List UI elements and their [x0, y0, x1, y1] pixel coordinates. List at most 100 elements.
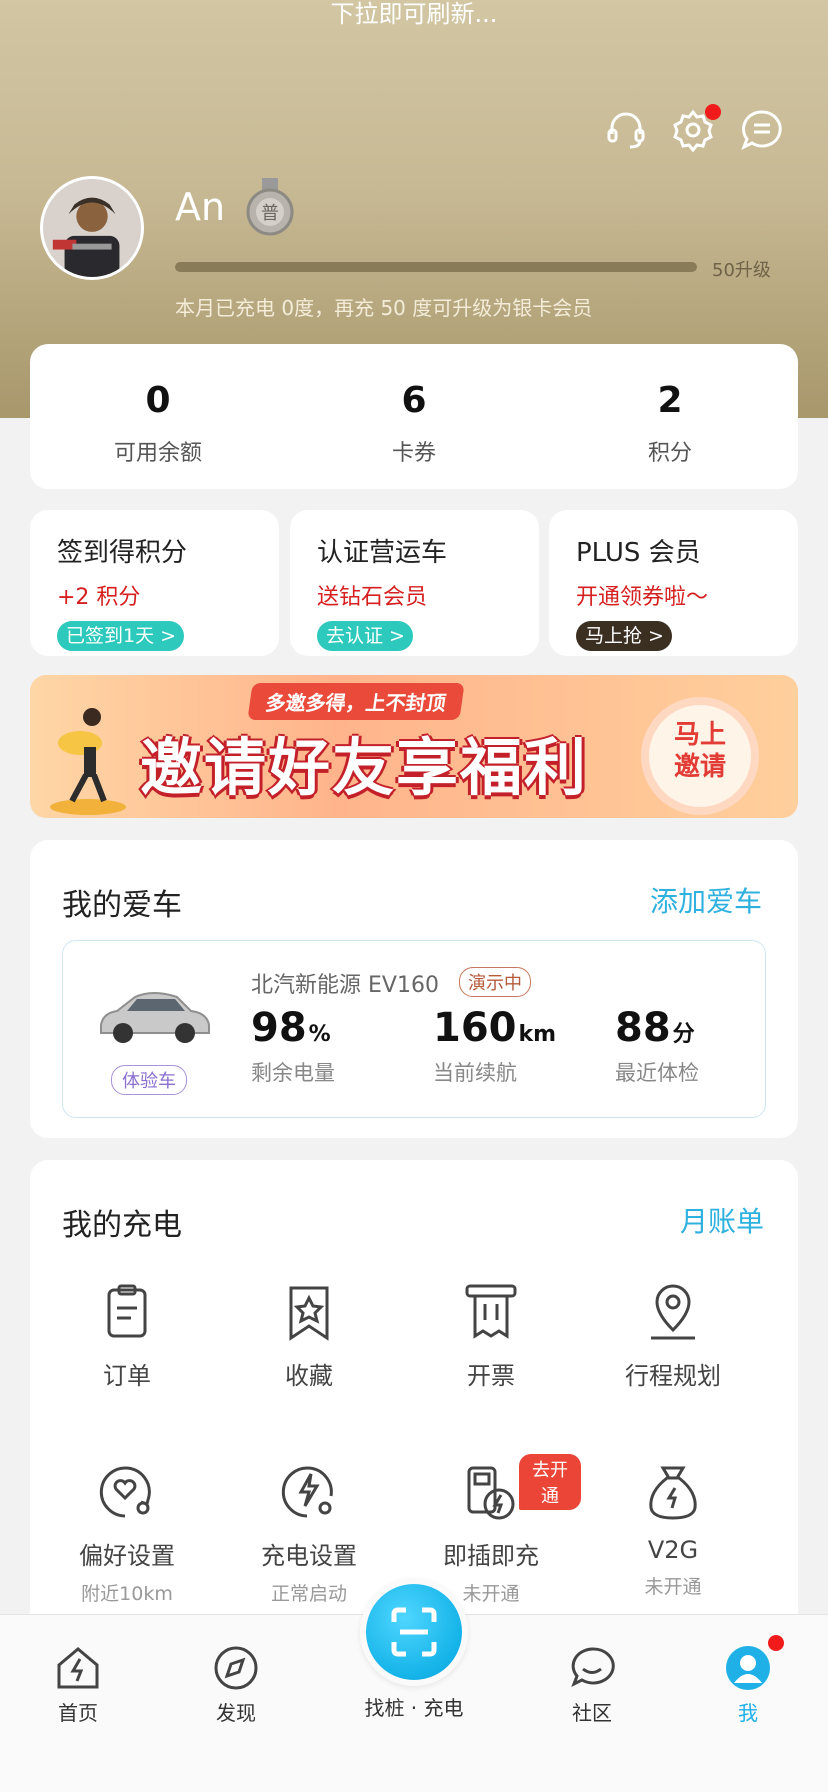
metric-label: 最近体检	[615, 1061, 699, 1085]
stat-coupons[interactable]: 6 卡券	[286, 344, 542, 489]
clipboard-icon	[107, 1284, 147, 1338]
range-metric: 160km 当前续航	[433, 1005, 556, 1087]
trip-plan-item[interactable]: 行程规划	[583, 1280, 763, 1391]
my-car-title: 我的爱车	[62, 888, 182, 923]
tab-me[interactable]: 我	[688, 1643, 808, 1726]
stat-label: 卡券	[391, 441, 436, 466]
compass-icon	[214, 1646, 258, 1690]
stat-balance[interactable]: 0 可用余额	[30, 344, 286, 489]
heart-settings-icon	[99, 1466, 151, 1518]
demo-badge: 演示中	[459, 967, 531, 997]
stat-points[interactable]: 2 积分	[542, 344, 798, 489]
add-car-link[interactable]: 添加爱车	[650, 880, 762, 920]
banner-title: 邀请好友享福利	[140, 731, 589, 804]
v2g-item[interactable]: V2G 未开通	[583, 1460, 763, 1599]
stat-label: 可用余额	[113, 441, 202, 466]
grid-label: 即插即充	[443, 1542, 539, 1570]
favorites-item[interactable]: 收藏	[219, 1280, 399, 1391]
promo-subtitle: 送钻石会员	[317, 585, 428, 610]
checkin-button[interactable]: 已签到1天 >	[57, 621, 185, 651]
home-icon	[57, 1647, 99, 1689]
money-bag-icon	[649, 1466, 697, 1520]
grid-sublabel: 未开通	[644, 1576, 702, 1598]
stat-label: 积分	[647, 441, 692, 466]
grid-label: 开票	[467, 1362, 515, 1390]
promo-plus[interactable]: PLUS 会员 开通领券啦～ 马上抢 >	[549, 510, 798, 656]
my-charging-title: 我的充电	[62, 1208, 182, 1243]
tab-discover[interactable]: 发现	[176, 1643, 296, 1726]
tab-label: 社区	[572, 1701, 612, 1725]
tab-community[interactable]: 社区	[532, 1643, 652, 1726]
bolt-settings-icon	[281, 1466, 333, 1518]
username: An	[175, 185, 226, 229]
metric-value: 98	[251, 1005, 307, 1051]
medal-glyph: 普	[261, 203, 279, 224]
tab-home[interactable]: 首页	[18, 1643, 138, 1726]
tab-label: 我	[738, 1701, 758, 1725]
member-level-medal[interactable]: 普	[244, 178, 296, 238]
stat-value: 6	[401, 380, 427, 421]
metric-value: 160	[433, 1005, 517, 1051]
metric-unit: 分	[672, 1022, 695, 1047]
metric-unit: km	[518, 1022, 557, 1047]
battery-metric: 98% 剩余电量	[251, 1005, 335, 1087]
my-charging-card: 我的充电 月账单 订单 收藏 开票 行程规划 偏好设置 附近10km 充电设置 …	[30, 1160, 798, 1630]
bookmark-star-icon	[289, 1286, 329, 1341]
invoice-item[interactable]: 开票	[401, 1280, 581, 1391]
car-image	[100, 992, 210, 1043]
metric-label: 剩余电量	[251, 1061, 335, 1085]
charge-tip: 本月已充电 0度，再充 50 度可升级为银卡会员	[175, 296, 593, 320]
grid-sublabel: 附近10km	[81, 1583, 173, 1605]
grid-label: 行程规划	[625, 1362, 721, 1390]
settings-notification-dot	[705, 104, 721, 120]
checkup-metric: 88分 最近体检	[615, 1005, 699, 1087]
car-detail-card[interactable]: 体验车 北汽新能源 EV160 演示中 98% 剩余电量 160km 当前续航 …	[62, 940, 766, 1118]
avatar[interactable]	[40, 176, 144, 280]
banner-tag: 多邀多得，上不封顶	[247, 683, 465, 720]
promo-subtitle: +2 积分	[57, 585, 141, 610]
invite-cta-line1: 马上	[673, 720, 726, 750]
car-name: 北汽新能源 EV160	[251, 973, 439, 998]
invite-now-button[interactable]: 马上 邀请	[641, 697, 759, 815]
user-icon	[726, 1646, 770, 1690]
activate-tag[interactable]: 去开通	[519, 1454, 581, 1510]
tab-label: 发现	[216, 1701, 256, 1725]
trial-car-badge: 体验车	[111, 1065, 187, 1095]
metric-value: 88	[615, 1005, 671, 1051]
invite-banner[interactable]: 多邀多得，上不封顶 邀请好友享福利 马上 邀请	[30, 675, 798, 818]
promo-title: 认证营运车	[317, 538, 448, 568]
grid-label: 充电设置	[261, 1542, 357, 1570]
promo-subtitle: 开通领券啦～	[576, 585, 709, 610]
promo-title: 签到得积分	[57, 538, 188, 568]
stat-value: 2	[657, 380, 683, 421]
account-stats: 0 可用余额 6 卡券 2 积分	[30, 344, 798, 489]
scan-charge-button[interactable]	[360, 1578, 468, 1686]
level-progress-bar	[175, 262, 697, 272]
upgrade-label: 50升级	[712, 260, 771, 281]
customer-service-icon[interactable]	[604, 108, 648, 152]
tab-label: 首页	[58, 1701, 98, 1725]
chat-bubble-icon	[571, 1647, 615, 1688]
banner-person-illustration	[50, 708, 126, 815]
metric-unit: %	[308, 1022, 331, 1047]
preference-settings-item[interactable]: 偏好设置 附近10km	[37, 1460, 217, 1606]
my-car-card: 我的爱车 添加爱车 体验车 北汽新能源 EV160 演示中 98% 剩余电量 1…	[30, 840, 798, 1138]
grid-label: 订单	[103, 1362, 151, 1390]
promo-certify[interactable]: 认证营运车 送钻石会员 去认证 >	[290, 510, 539, 656]
promo-checkin[interactable]: 签到得积分 +2 积分 已签到1天 >	[30, 510, 279, 656]
promo-title: PLUS 会员	[576, 538, 701, 568]
location-pin-icon	[651, 1284, 695, 1340]
plus-grab-button[interactable]: 马上抢 >	[576, 621, 672, 651]
certify-button[interactable]: 去认证 >	[317, 621, 413, 651]
grid-label: 收藏	[285, 1362, 333, 1390]
pull-to-refresh-hint: 下拉即可刷新...	[330, 0, 498, 28]
plug-charge-icon	[467, 1466, 515, 1520]
message-icon[interactable]	[740, 108, 784, 152]
metric-label: 当前续航	[433, 1061, 517, 1085]
grid-label: 偏好设置	[79, 1542, 175, 1570]
scan-charge-label[interactable]: 找桩 · 充电	[300, 1692, 528, 1721]
me-notification-dot	[768, 1635, 784, 1651]
monthly-bill-link[interactable]: 月账单	[680, 1200, 764, 1240]
stat-value: 0	[145, 380, 171, 421]
orders-item[interactable]: 订单	[37, 1280, 217, 1391]
